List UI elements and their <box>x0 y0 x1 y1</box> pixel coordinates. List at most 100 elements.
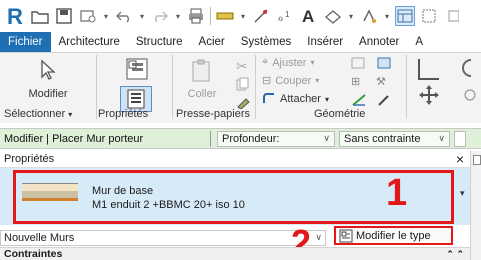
chevron-down-icon: ▾ <box>68 110 73 119</box>
revit-window: R ▾ ▾ ▾ ▾ ℴ1 A ▾ ▾ Fichier Architecture … <box>0 0 481 260</box>
svg-text:R: R <box>7 5 23 27</box>
demolish-icon[interactable]: ⚒ <box>376 75 386 88</box>
options-bar: Modifier | Placer Mur porteur Profondeur… <box>0 128 481 149</box>
join-tool[interactable]: Attacher ▾ <box>262 93 329 105</box>
ribbon-group-divider <box>96 55 97 119</box>
wall-type-swatch <box>22 183 78 203</box>
chevron-down-icon[interactable]: ▾ <box>383 12 391 21</box>
ribbon-group-select[interactable]: Sélectionner ▾ <box>4 108 72 120</box>
quick-access-toolbar: R ▾ ▾ ▾ ▾ ℴ1 A ▾ ▾ <box>0 0 481 32</box>
join-label: Attacher <box>280 93 321 105</box>
chevron-down-icon[interactable]: ▾ <box>239 12 247 21</box>
dimension-icon[interactable] <box>251 6 271 26</box>
ribbon-group-divider <box>172 55 173 119</box>
family-select-value: Nouvelle Murs <box>4 231 75 244</box>
trim-label: Ajuster <box>272 56 307 69</box>
redo-icon[interactable] <box>150 6 170 26</box>
close-hidden-windows-icon[interactable] <box>443 6 463 26</box>
type-properties-icon[interactable] <box>124 56 152 82</box>
revit-logo-icon[interactable]: R <box>6 5 26 27</box>
chevron-down-icon: ▾ <box>315 76 320 85</box>
text-A-icon[interactable]: A <box>299 6 319 26</box>
tag-icon[interactable]: ℴ1 <box>275 6 295 26</box>
wall-joins-icon[interactable] <box>351 56 367 73</box>
cut-geometry-tool[interactable]: ⊟ Couper ▾ <box>262 74 320 88</box>
chevron-down-icon: ▾ <box>324 94 329 104</box>
open-folder-icon[interactable] <box>30 6 50 26</box>
tab-systemes[interactable]: Systèmes <box>233 32 300 52</box>
cut-geometry-label: Couper <box>275 74 312 87</box>
copy-tool-icon[interactable] <box>462 87 478 106</box>
tab-fichier[interactable]: Fichier <box>0 32 51 52</box>
ribbon-group-divider <box>406 55 407 119</box>
type-name: M1 enduit 2 +BBMC 20+ iso 10 <box>92 199 245 211</box>
chevron-down-icon[interactable]: ▾ <box>102 12 110 21</box>
family-select[interactable]: Nouvelle Murs ∨ <box>0 229 326 246</box>
view-area-edge <box>470 151 481 260</box>
cut-icon[interactable]: ✂ <box>236 58 248 75</box>
trim-tool[interactable]: ⌖ Ajuster ▾ <box>262 56 314 69</box>
svg-text:A: A <box>302 7 314 25</box>
constraints-label: Contraintes <box>4 248 63 260</box>
trim-icon: ⌖ <box>262 56 269 68</box>
chevron-down-icon[interactable]: ▾ <box>347 12 355 21</box>
ribbon-panel: Modifier Coller ✂ ⌖ Ajuster ▾ ⊟ Couper ▾ Att… <box>0 53 481 123</box>
properties-panel-header: Propriétés × <box>0 151 470 168</box>
join-icon <box>263 93 274 103</box>
print-icon[interactable] <box>186 6 206 26</box>
tab-acier[interactable]: Acier <box>191 32 233 52</box>
close-icon[interactable]: × <box>456 151 464 167</box>
ribbon-group-properties: Propriétés <box>98 108 149 120</box>
tab-annoter[interactable]: Annoter <box>351 32 407 52</box>
modify-label: Modifier <box>28 88 68 100</box>
cursor-arrow-icon <box>41 59 56 80</box>
chevron-down-icon: ∨ <box>315 232 322 242</box>
switch-windows-icon[interactable] <box>395 6 415 26</box>
undo-icon[interactable] <box>114 6 134 26</box>
paint-icon[interactable] <box>376 56 392 73</box>
measure-icon[interactable] <box>215 6 235 26</box>
depth-select[interactable]: Profondeur: ∨ <box>217 130 335 147</box>
align-icon[interactable] <box>416 56 442 85</box>
ribbon-group-divider <box>255 55 256 119</box>
match-type-icon[interactable] <box>236 95 252 110</box>
tab-analyser-partial[interactable]: A <box>407 32 431 52</box>
collapse-icon[interactable]: ⌃ ⌃ <box>446 249 464 260</box>
move-icon[interactable] <box>416 84 442 109</box>
svg-text:ℴ: ℴ <box>278 12 283 24</box>
constraints-section-header[interactable]: Contraintes ⌃ ⌃ <box>0 247 470 260</box>
paste-button[interactable]: Coller <box>182 58 222 100</box>
section-icon[interactable] <box>359 6 379 26</box>
options-bar-divider <box>210 130 211 147</box>
annotation-marker-1: 1 <box>386 172 408 214</box>
chevron-down-icon[interactable]: ▾ <box>460 188 465 199</box>
toolbar-separator <box>210 7 211 25</box>
chevron-down-icon[interactable]: ▾ <box>174 12 182 21</box>
swatch-layer <box>22 183 78 191</box>
edit-type-button[interactable]: Modifier le type <box>334 226 453 245</box>
3d-view-icon[interactable] <box>323 6 343 26</box>
edit-type-label: Modifier le type <box>356 229 431 242</box>
tab-architecture[interactable]: Architecture <box>51 32 128 52</box>
cut-geometry-icon: ⊟ <box>262 75 272 87</box>
tab-structure[interactable]: Structure <box>128 32 191 52</box>
save-icon[interactable] <box>54 6 74 26</box>
offset-icon[interactable] <box>456 56 478 85</box>
depth-value: Profondeur: <box>222 132 280 145</box>
sync-icon[interactable] <box>78 6 98 26</box>
copy-icon[interactable] <box>236 77 250 91</box>
constraint-select[interactable]: Sans contrainte ∨ <box>339 130 450 147</box>
ribbon-tab-bar: Fichier Architecture Structure Acier Sys… <box>0 32 481 53</box>
tab-inserer[interactable]: Insérer <box>299 32 351 52</box>
chevron-down-icon[interactable]: ▾ <box>138 12 146 21</box>
height-field-edge[interactable] <box>454 130 466 147</box>
thin-lines-icon[interactable] <box>419 6 439 26</box>
chevron-down-icon: ∨ <box>323 133 330 143</box>
wall-profile-icon[interactable] <box>376 93 392 110</box>
split-face-icon[interactable]: ⊞ <box>351 75 360 88</box>
chevron-down-icon: ∨ <box>438 133 445 143</box>
view-tab-icon[interactable] <box>473 155 481 165</box>
ribbon-group-clipboard: Presse-papiers <box>176 108 250 120</box>
chevron-down-icon: ▾ <box>310 58 315 67</box>
modify-button[interactable]: Modifier <box>20 58 76 100</box>
